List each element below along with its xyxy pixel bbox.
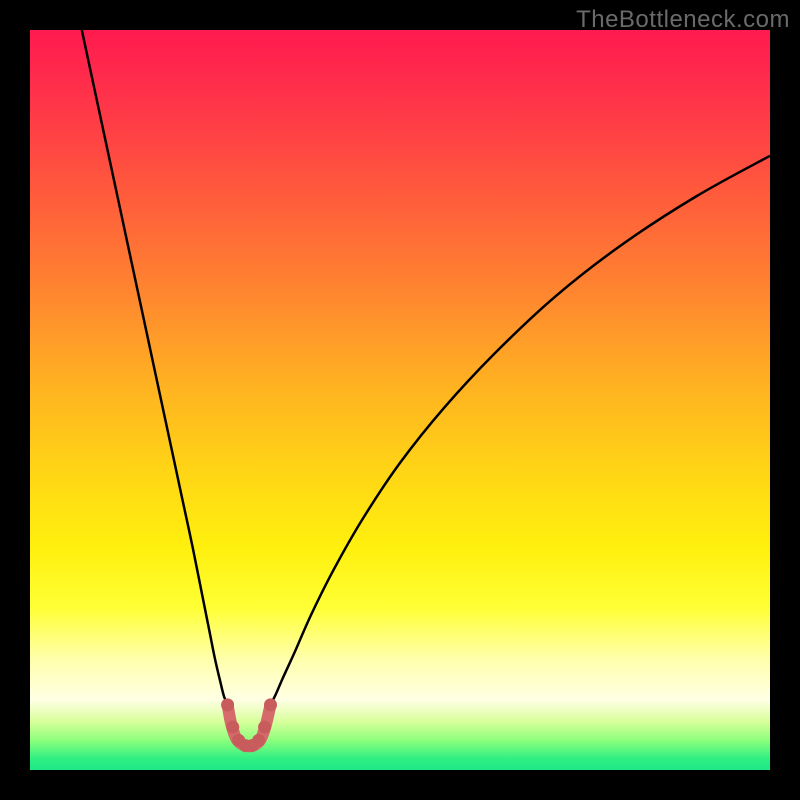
valley-point: [221, 698, 234, 711]
valley-point: [252, 734, 265, 747]
chart-outer-frame: TheBottleneck.com: [0, 0, 800, 800]
bottleneck-curve-chart: [0, 0, 800, 800]
watermark-text: TheBottleneck.com: [576, 6, 790, 34]
valley-point: [258, 721, 271, 734]
plot-background: [30, 30, 770, 770]
valley-point: [226, 721, 239, 734]
valley-point: [264, 698, 277, 711]
